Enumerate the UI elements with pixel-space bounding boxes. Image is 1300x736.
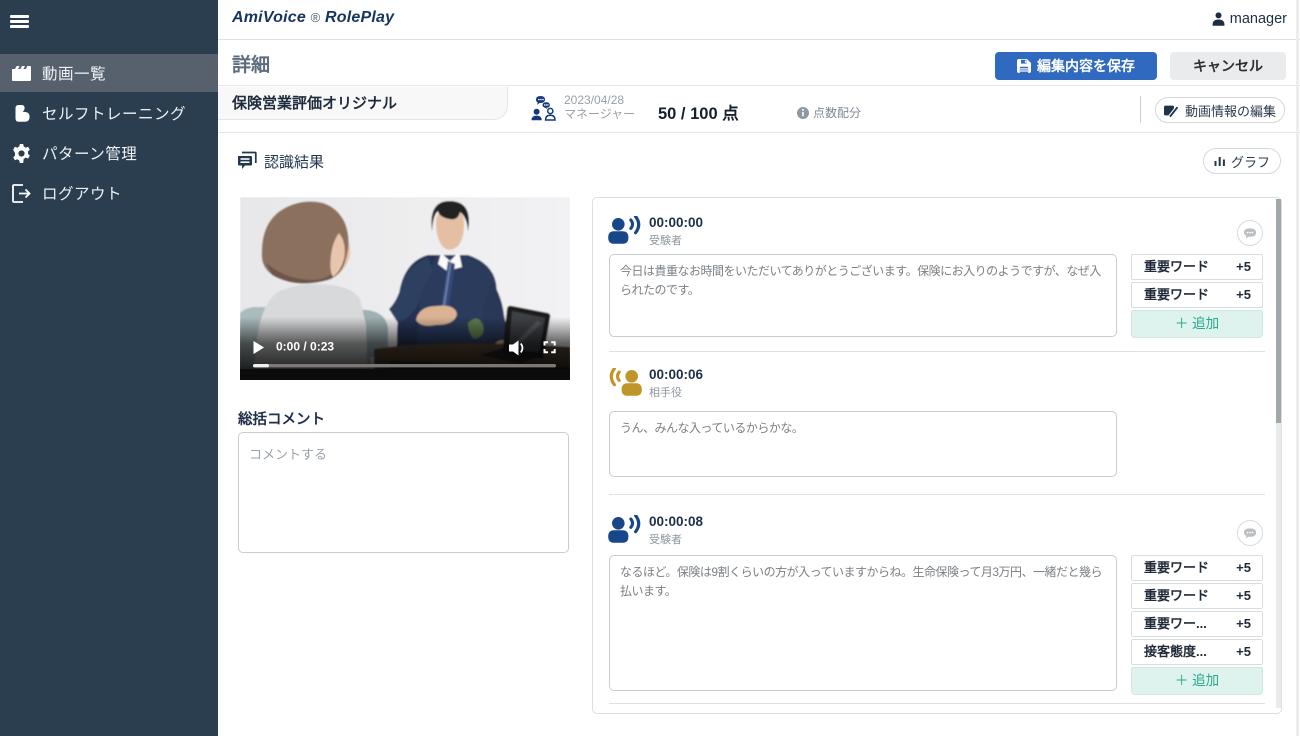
svg-text:0:00 / 0:23: 0:00 / 0:23	[276, 340, 334, 354]
